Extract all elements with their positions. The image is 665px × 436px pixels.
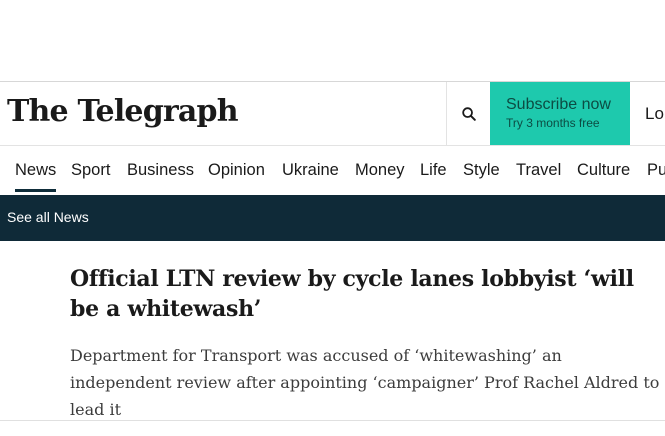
- site-header: The Telegraph Subscribe now Try 3 months…: [0, 81, 665, 146]
- top-blank-area: [0, 0, 665, 81]
- page: The Telegraph Subscribe now Try 3 months…: [0, 0, 665, 436]
- telegraph-logo[interactable]: The Telegraph: [7, 94, 239, 130]
- nav-item-news[interactable]: News: [15, 160, 57, 192]
- nav-item-opinion[interactable]: Opinion: [208, 160, 265, 180]
- nav-item-puzzles[interactable]: Pu: [647, 160, 665, 180]
- article-standfirst: Department for Transport was accused of …: [70, 346, 660, 419]
- nav-item-travel[interactable]: Travel: [516, 160, 561, 180]
- subscribe-subtitle: Try 3 months free: [506, 116, 600, 130]
- article-headline[interactable]: Official LTN review by cycle lanes lobby…: [70, 264, 665, 324]
- search-icon: [462, 106, 476, 121]
- nav-item-style[interactable]: Style: [463, 160, 500, 180]
- nav-item-life[interactable]: Life: [420, 160, 447, 180]
- nav-item-sport[interactable]: Sport: [71, 160, 110, 180]
- search-button[interactable]: [446, 82, 491, 145]
- section-subnav: See all News: [0, 195, 665, 241]
- primary-nav: News Sport Business Opinion Ukraine Mone…: [0, 146, 665, 195]
- nav-item-ukraine[interactable]: Ukraine: [282, 160, 339, 180]
- login-link[interactable]: Lo: [645, 104, 664, 124]
- divider: [0, 420, 665, 421]
- subscribe-title: Subscribe now: [506, 96, 611, 113]
- nav-item-culture[interactable]: Culture: [577, 160, 630, 180]
- nav-item-business[interactable]: Business: [127, 160, 194, 180]
- nav-item-money[interactable]: Money: [355, 160, 405, 180]
- subscribe-button[interactable]: Subscribe now Try 3 months free: [490, 82, 630, 145]
- see-all-news-link[interactable]: See all News: [7, 209, 89, 226]
